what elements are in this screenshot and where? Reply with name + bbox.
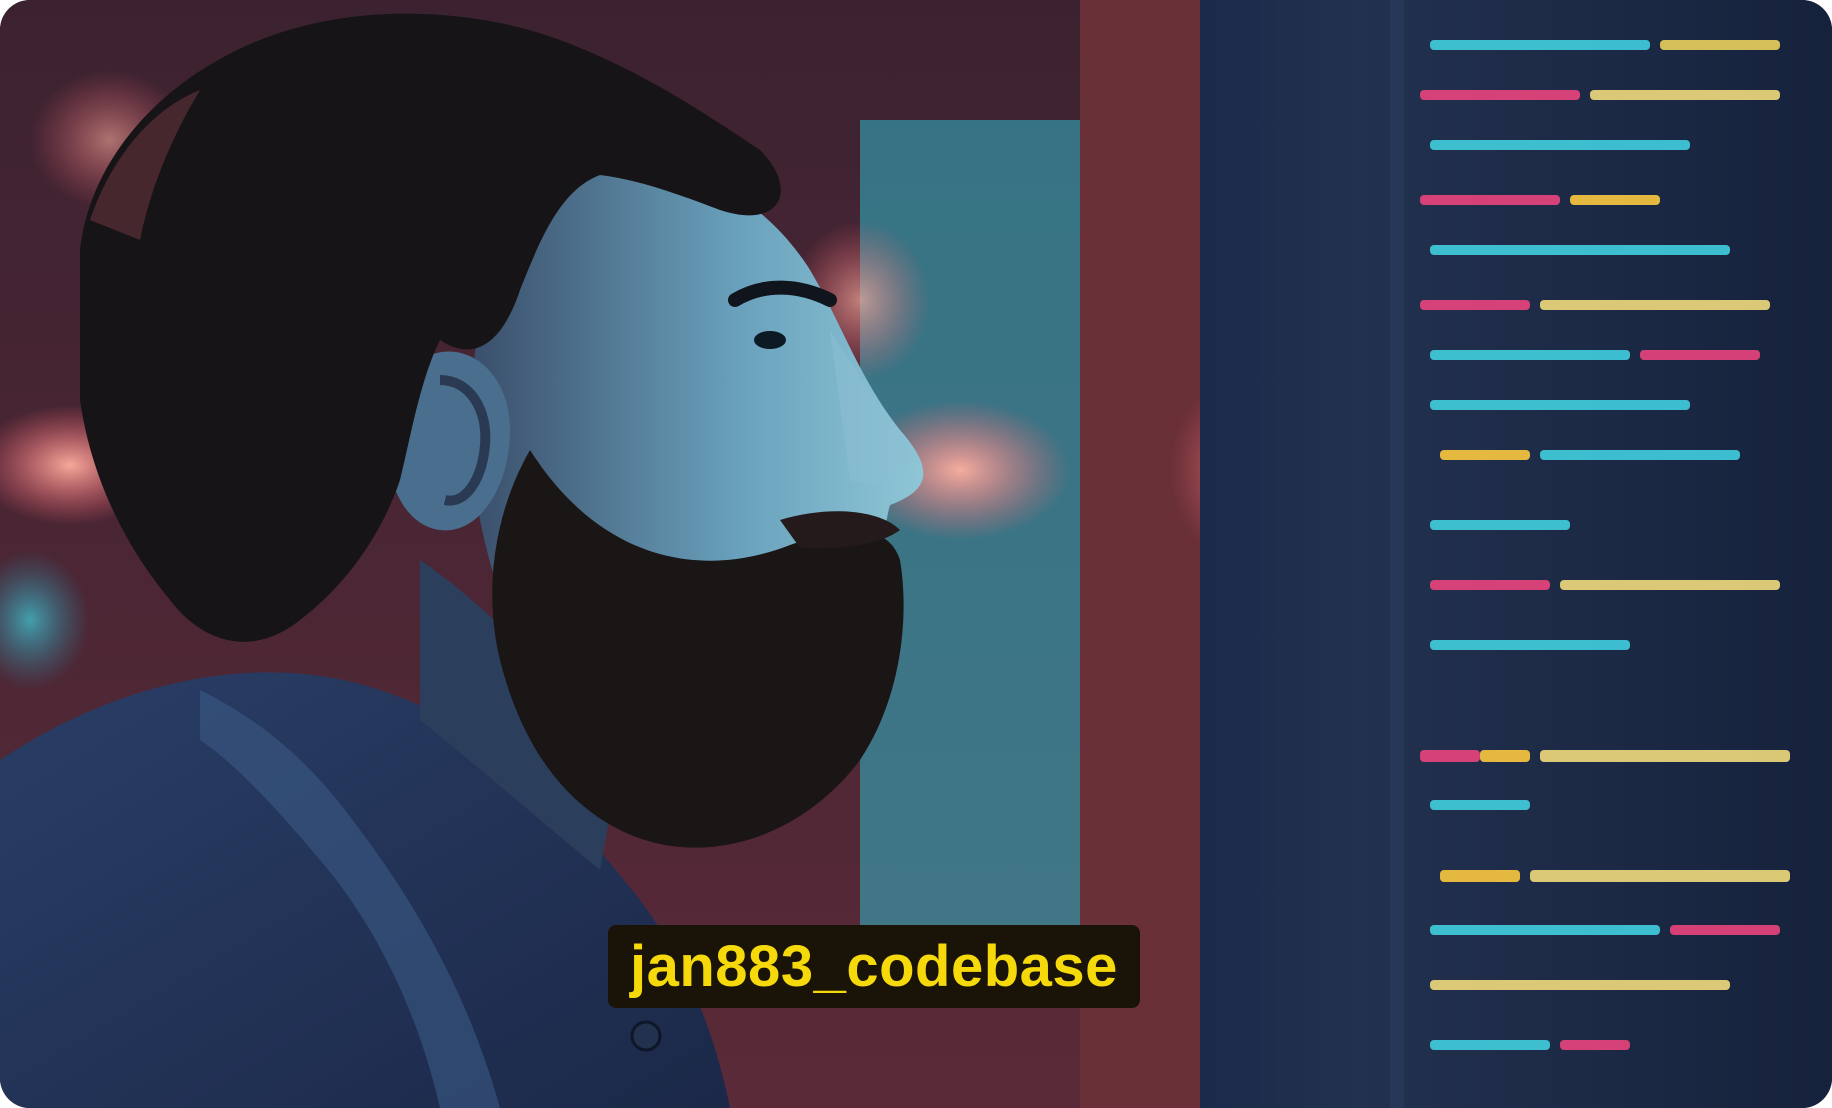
caption-label: jan883_codebase bbox=[608, 925, 1140, 1008]
image-frame: jan883_codebase bbox=[0, 0, 1832, 1108]
caption-text: jan883_codebase bbox=[630, 933, 1118, 999]
